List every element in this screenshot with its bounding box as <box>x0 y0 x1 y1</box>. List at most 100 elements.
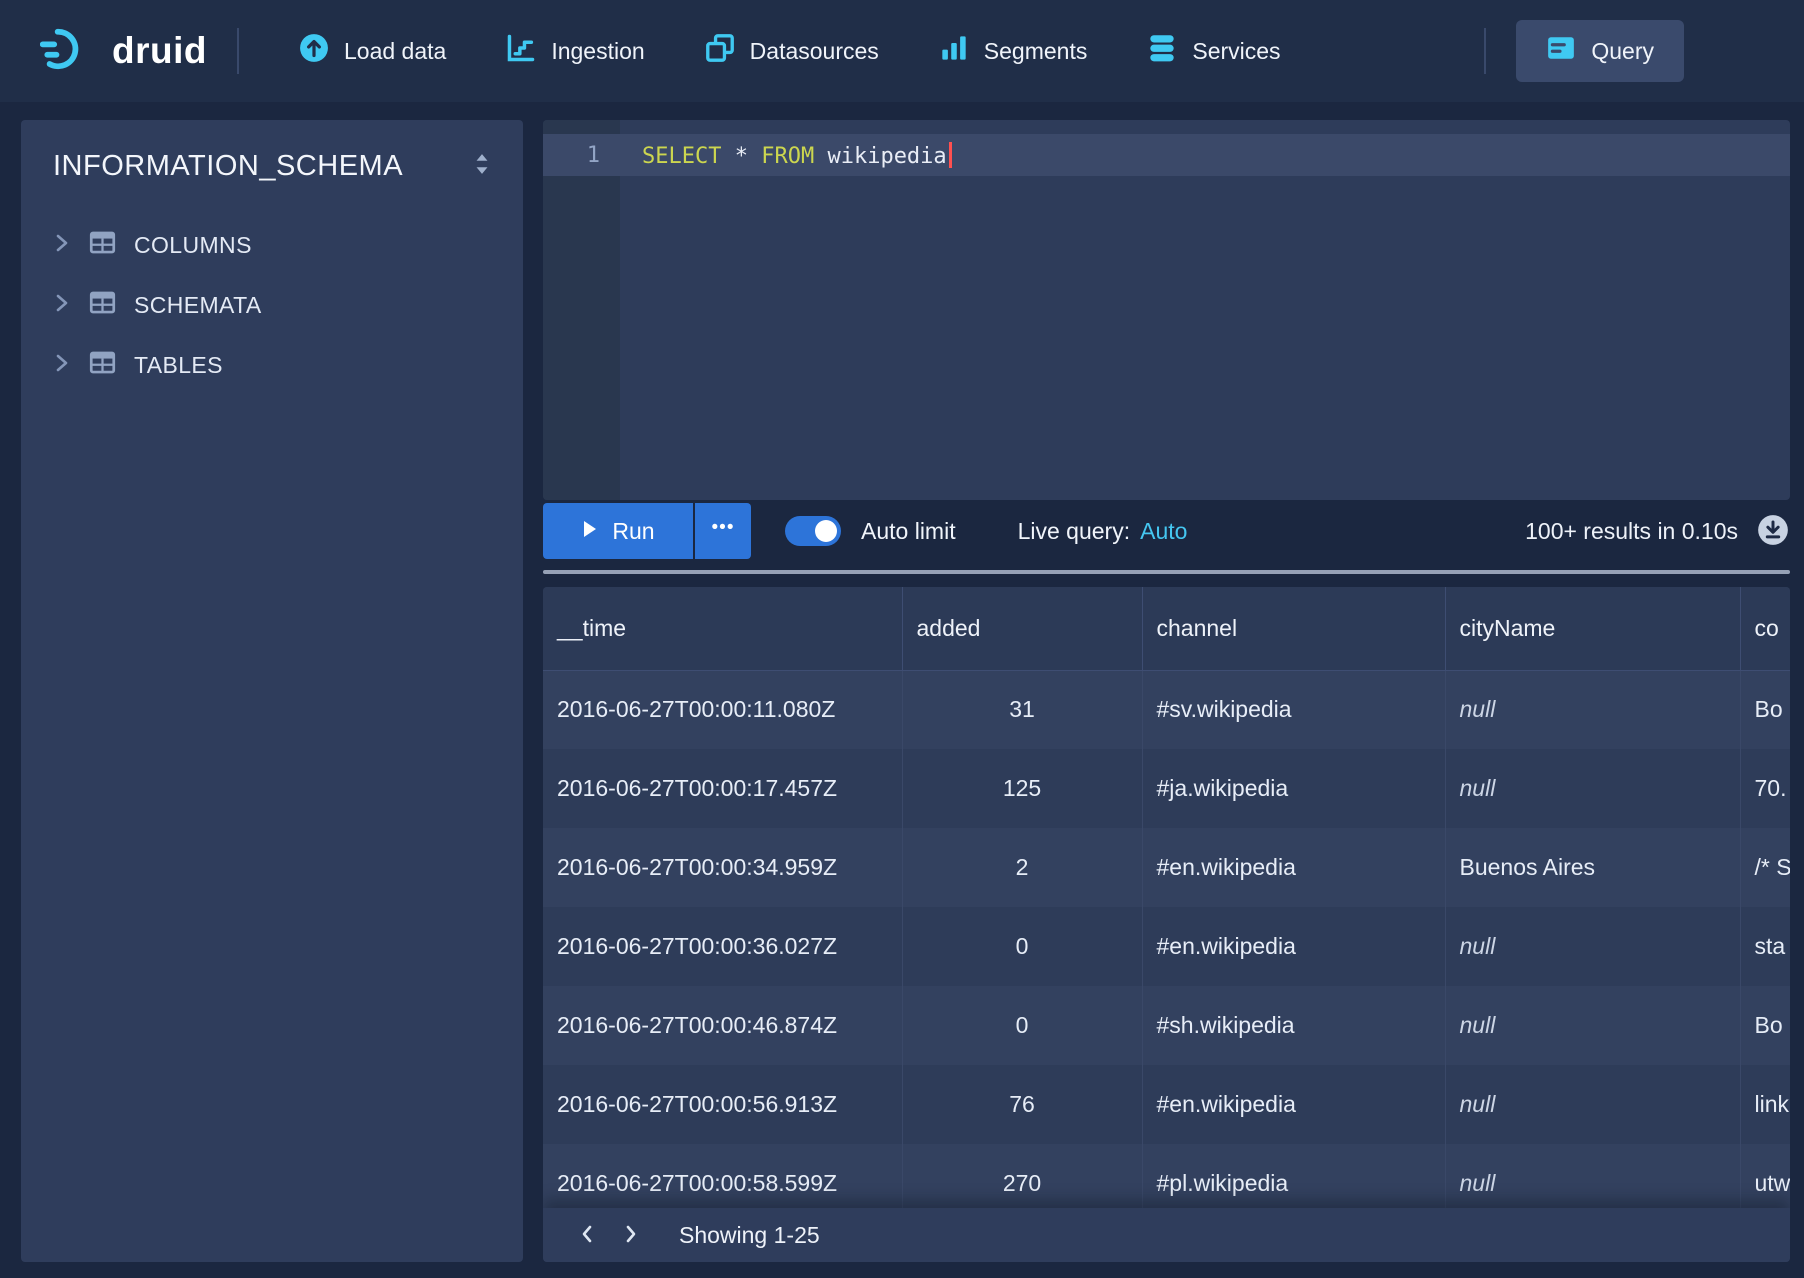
text-cursor <box>949 142 952 168</box>
schema-title: INFORMATION_SCHEMA <box>53 150 403 183</box>
results-panel: __time added channel cityName co 2016-06… <box>543 587 1790 1262</box>
live-query-label: Live query: <box>1018 518 1131 545</box>
navbar-divider <box>237 28 239 74</box>
table-row: 2016-06-27T00:00:56.913Z 76 #en.wikipedi… <box>543 1065 1790 1144</box>
column-header-added[interactable]: added <box>902 587 1142 670</box>
schema-sidebar: INFORMATION_SCHEMA <box>21 120 523 1262</box>
download-button[interactable] <box>1756 514 1790 548</box>
run-button-label: Run <box>612 518 654 545</box>
segments-icon <box>939 33 969 69</box>
next-page-button[interactable] <box>609 1213 653 1257</box>
table-row: 2016-06-27T00:00:36.027Z 0 #en.wikipedia… <box>543 907 1790 986</box>
chevron-right-icon <box>53 232 71 259</box>
sql-keyword: FROM <box>761 144 814 169</box>
column-header-time[interactable]: __time <box>543 587 902 670</box>
cell-comment[interactable]: Bo <box>1740 986 1790 1065</box>
cell-added[interactable]: 31 <box>902 670 1142 749</box>
cell-channel[interactable]: #en.wikipedia <box>1142 1065 1445 1144</box>
table-grid-icon <box>89 230 116 261</box>
cell-cityname[interactable]: null <box>1445 986 1740 1065</box>
cell-channel[interactable]: #sh.wikipedia <box>1142 986 1445 1065</box>
cell-channel[interactable]: #en.wikipedia <box>1142 828 1445 907</box>
nav-item-query[interactable]: Query <box>1516 20 1684 82</box>
cell-cityname[interactable]: null <box>1445 749 1740 828</box>
tree-item-columns[interactable]: COLUMNS <box>21 215 523 275</box>
sql-code: SELECT * FROM wikipedia <box>642 142 952 169</box>
cell-channel[interactable]: #sv.wikipedia <box>1142 670 1445 749</box>
cell-added[interactable]: 125 <box>902 749 1142 828</box>
cell-time[interactable]: 2016-06-27T00:00:46.874Z <box>543 986 902 1065</box>
table-row: 2016-06-27T00:00:46.874Z 0 #sh.wikipedia… <box>543 986 1790 1065</box>
cell-channel[interactable]: #ja.wikipedia <box>1142 749 1445 828</box>
editor-gutter <box>543 120 620 500</box>
nav-item-label: Datasources <box>750 38 879 65</box>
cell-channel[interactable]: #en.wikipedia <box>1142 907 1445 986</box>
auto-limit-label: Auto limit <box>861 518 956 545</box>
run-button[interactable]: Run <box>543 503 693 559</box>
query-icon <box>1546 33 1576 69</box>
table-row: 2016-06-27T00:00:17.457Z 125 #ja.wikiped… <box>543 749 1790 828</box>
nav-item-label: Query <box>1591 38 1654 65</box>
run-more-button[interactable]: ••• <box>695 503 751 559</box>
nav-item-datasources[interactable]: Datasources <box>675 20 909 82</box>
nav-item-ingestion[interactable]: Ingestion <box>476 20 674 82</box>
cell-time[interactable]: 2016-06-27T00:00:36.027Z <box>543 907 902 986</box>
tree-item-tables[interactable]: TABLES <box>21 335 523 395</box>
cell-comment[interactable]: 70. <box>1740 749 1790 828</box>
table-grid-icon <box>89 350 116 381</box>
schema-sidebar-header: INFORMATION_SCHEMA <box>21 120 523 207</box>
nav-item-label: Services <box>1192 38 1280 65</box>
nav-item-label: Ingestion <box>551 38 644 65</box>
nav-item-services[interactable]: Services <box>1117 20 1310 82</box>
nav-item-segments[interactable]: Segments <box>909 20 1118 82</box>
chevron-left-icon <box>577 1223 597 1248</box>
editor-active-line: 1 SELECT * FROM wikipedia <box>543 134 1790 176</box>
table-row: 2016-06-27T00:00:34.959Z 2 #en.wikipedia… <box>543 828 1790 907</box>
tree-item-schemata[interactable]: SCHEMATA <box>21 275 523 335</box>
cell-comment[interactable]: sta <box>1740 907 1790 986</box>
table-row: 2016-06-27T00:00:11.080Z 31 #sv.wikipedi… <box>543 670 1790 749</box>
cell-added[interactable]: 0 <box>902 986 1142 1065</box>
auto-limit-toggle[interactable] <box>785 516 841 546</box>
cell-added[interactable]: 2 <box>902 828 1142 907</box>
cell-time[interactable]: 2016-06-27T00:00:56.913Z <box>543 1065 902 1144</box>
druid-console: druid Load data <box>0 0 1804 1278</box>
cell-comment[interactable]: link <box>1740 1065 1790 1144</box>
cell-cityname[interactable]: null <box>1445 907 1740 986</box>
schema-tree: COLUMNS SCHEMATA <box>21 207 523 395</box>
ingestion-icon <box>506 33 536 69</box>
sql-table-name: wikipedia <box>814 144 946 169</box>
nav-item-label: Load data <box>344 38 446 65</box>
cell-cityname[interactable]: null <box>1445 670 1740 749</box>
results-info: 100+ results in 0.10s <box>1525 518 1738 545</box>
download-icon <box>1757 514 1789 549</box>
sql-editor[interactable]: 1 SELECT * FROM wikipedia <box>543 120 1790 500</box>
brand[interactable]: druid <box>40 26 207 77</box>
cell-time[interactable]: 2016-06-27T00:00:17.457Z <box>543 749 902 828</box>
nav-item-load-data[interactable]: Load data <box>269 20 476 82</box>
cell-comment[interactable]: /* S <box>1740 828 1790 907</box>
load-data-icon <box>299 33 329 69</box>
column-header-cityname[interactable]: cityName <box>1445 587 1740 670</box>
double-caret-icon[interactable] <box>471 152 493 181</box>
navbar-divider-2 <box>1484 28 1486 74</box>
chevron-right-icon <box>621 1223 641 1248</box>
prev-page-button[interactable] <box>565 1213 609 1257</box>
toggle-knob <box>815 520 837 542</box>
tree-item-label: COLUMNS <box>134 232 252 259</box>
cell-time[interactable]: 2016-06-27T00:00:11.080Z <box>543 670 902 749</box>
line-number: 1 <box>543 143 620 168</box>
tree-item-label: SCHEMATA <box>134 292 262 319</box>
cell-comment[interactable]: Bo <box>1740 670 1790 749</box>
live-query-value[interactable]: Auto <box>1140 518 1187 545</box>
column-header-comment[interactable]: co <box>1740 587 1790 670</box>
cell-cityname[interactable]: Buenos Aires <box>1445 828 1740 907</box>
column-header-channel[interactable]: channel <box>1142 587 1445 670</box>
brand-name: druid <box>112 30 207 72</box>
cell-added[interactable]: 76 <box>902 1065 1142 1144</box>
cell-added[interactable]: 0 <box>902 907 1142 986</box>
chevron-right-icon <box>53 292 71 319</box>
cell-time[interactable]: 2016-06-27T00:00:34.959Z <box>543 828 902 907</box>
table-grid-icon <box>89 290 116 321</box>
cell-cityname[interactable]: null <box>1445 1065 1740 1144</box>
